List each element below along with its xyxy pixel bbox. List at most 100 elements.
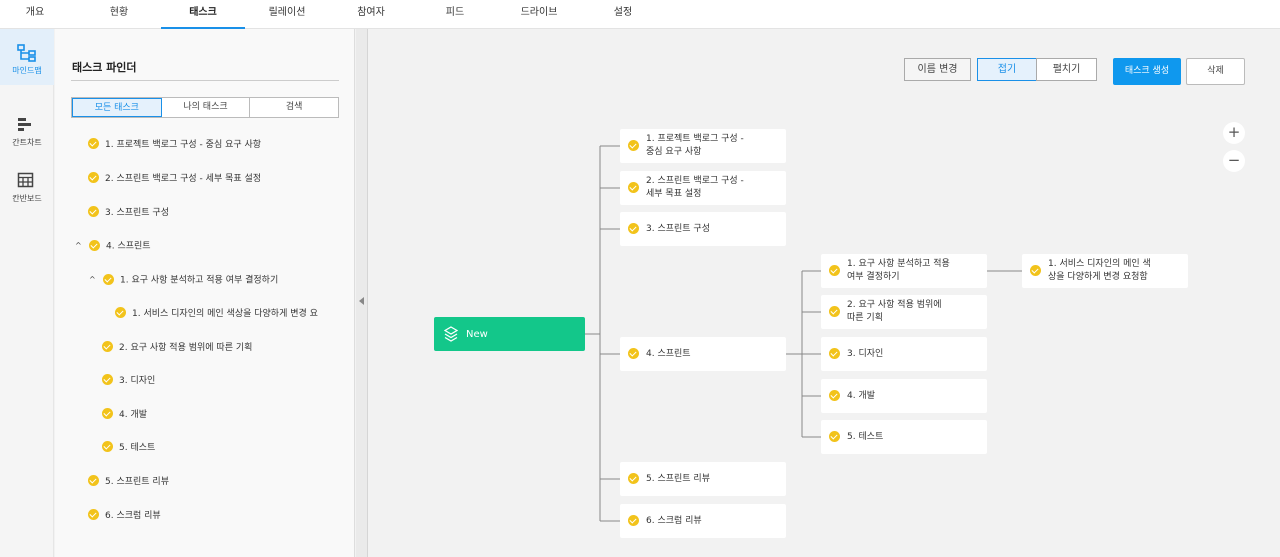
tree-item[interactable]: 2. 스프린트 백로그 구성 - 세부 목표 설정	[88, 170, 261, 188]
tree-item-label: 4. 스프린트	[106, 241, 151, 252]
node-label: 6. 스크럼 리뷰	[646, 515, 702, 526]
check-icon	[88, 509, 99, 520]
check-icon	[88, 172, 99, 183]
panel-splitter[interactable]	[356, 29, 368, 557]
check-icon	[88, 475, 99, 486]
check-icon	[628, 140, 639, 151]
mindmap-node[interactable]: 5. 스프린트 리뷰	[620, 462, 786, 496]
check-icon	[102, 441, 113, 452]
node-label: 5. 스프린트 리뷰	[646, 473, 710, 484]
tab-participants[interactable]: 참여자	[348, 0, 394, 29]
tree-item[interactable]: 5. 스프린트 리뷰	[88, 473, 169, 491]
rail-item-label: 칸반보드	[12, 194, 42, 203]
node-label: 1. 프로젝트 백로그 구성 -	[646, 134, 744, 144]
node-label: 4. 스프린트	[646, 348, 691, 359]
mindmap-node[interactable]: 1. 요구 사항 분석하고 적용 여부 결정하기	[821, 254, 987, 288]
check-icon	[829, 306, 840, 317]
tree-item-label: 2. 스프린트 백로그 구성 - 세부 목표 설정	[105, 174, 262, 184]
mindmap-node[interactable]: 6. 스크럼 리뷰	[620, 504, 786, 538]
tree-item-label: 3. 스프린트 구성	[105, 208, 169, 218]
tab-feed[interactable]: 피드	[440, 0, 470, 29]
check-icon	[829, 265, 840, 276]
tab-overview[interactable]: 개요	[14, 0, 56, 29]
mindmap-node[interactable]: 1. 프로젝트 백로그 구성 - 중심 요구 사항	[620, 129, 786, 163]
node-label: 4. 개발	[847, 390, 876, 401]
layers-icon	[444, 326, 458, 342]
check-icon	[628, 473, 639, 484]
tree-item-label: 3. 디자인	[119, 376, 156, 386]
check-icon	[103, 273, 114, 285]
tree-item[interactable]: 1. 서비스 디자인의 메인 색상을 다양하게 변경 요	[115, 305, 318, 323]
mindmap-icon	[17, 44, 36, 62]
gantt-icon	[18, 118, 31, 131]
filter-all-tasks[interactable]: 모든 태스크	[72, 98, 162, 117]
mindmap-node[interactable]: 2. 요구 사항 적용 범위에따른 기획	[821, 295, 987, 329]
tree-item-label: 4. 개발	[119, 410, 148, 420]
collapse-arrow-icon[interactable]	[359, 297, 364, 305]
mindmap-node[interactable]: 4. 개발	[821, 379, 987, 413]
divider	[71, 80, 339, 81]
kanban-icon	[17, 172, 34, 188]
rail-item-gantt[interactable]: 간트차트	[0, 101, 54, 157]
rail-item-label: 마인드맵	[12, 66, 42, 75]
tree-item[interactable]: ^ 1. 요구 사항 분석하고 적용 여부 결정하기	[89, 271, 278, 289]
mindmap-node[interactable]: 2. 스프린트 백로그 구성 - 세부 목표 설정	[620, 171, 786, 205]
rail-item-label: 간트차트	[12, 138, 42, 147]
tree-item[interactable]: 4. 개발	[102, 406, 147, 424]
mindmap-canvas[interactable]: 이름 변경 접기 펼치기 태스크 생성 삭제 + − New 1. 프로젝트 백…	[369, 29, 1280, 557]
tree-item[interactable]: 1. 프로젝트 백로그 구성 - 중심 요구 사항	[88, 136, 261, 154]
root-node-label: New	[466, 328, 488, 340]
check-icon	[829, 348, 840, 359]
node-label: 세부 목표 설정	[646, 189, 702, 199]
check-icon	[628, 348, 639, 359]
tab-settings[interactable]: 설정	[607, 0, 639, 29]
node-label: 1. 요구 사항 분석하고 적용	[847, 259, 950, 269]
check-icon	[102, 341, 113, 352]
filter-my-tasks[interactable]: 나의 태스크	[162, 98, 251, 117]
task-finder-panel: 태스크 파인더 모든 태스크 나의 태스크 검색 1. 프로젝트 백로그 구성 …	[55, 29, 355, 557]
node-label: 2. 스프린트 백로그 구성 -	[646, 176, 744, 186]
check-icon	[829, 431, 840, 442]
view-rail: 마인드맵 간트차트 칸반보드	[0, 29, 54, 557]
check-icon	[115, 307, 126, 318]
tab-tasks[interactable]: 태스크	[161, 0, 245, 29]
mindmap-node[interactable]: 1. 서비스 디자인의 메인 색 상을 다양하게 변경 요청함	[1022, 254, 1188, 288]
mindmap-node[interactable]: 3. 디자인	[821, 337, 987, 371]
check-icon	[88, 206, 99, 217]
tab-relations[interactable]: 릴레이션	[262, 0, 312, 29]
top-nav: 개요 현황 태스크 릴레이션 참여자 피드 드라이브 설정	[0, 0, 1280, 29]
check-icon	[102, 374, 113, 385]
node-label: 1. 서비스 디자인의 메인 색	[1048, 259, 1151, 269]
tab-status[interactable]: 현황	[98, 0, 140, 29]
rail-item-mindmap[interactable]: 마인드맵	[0, 29, 54, 85]
tab-drive[interactable]: 드라이브	[515, 0, 563, 29]
tree-item[interactable]: 5. 테스트	[102, 439, 155, 457]
tree-item[interactable]: 6. 스크럼 리뷰	[88, 507, 161, 525]
tree-item-label: 1. 프로젝트 백로그 구성 - 중심 요구 사항	[105, 140, 262, 150]
chevron-up-icon[interactable]: ^	[75, 237, 85, 255]
tree-item[interactable]: 2. 요구 사항 적용 범위에 따른 기획	[102, 339, 252, 357]
mindmap-node[interactable]: 4. 스프린트	[620, 337, 786, 371]
node-label: 따른 기획	[847, 313, 883, 323]
check-icon	[88, 138, 99, 149]
tree-item-label: 5. 테스트	[119, 443, 156, 453]
tree-item[interactable]: 3. 디자인	[102, 372, 155, 390]
tree-item[interactable]: ^ 4. 스프린트	[75, 237, 151, 255]
tree-item[interactable]: 3. 스프린트 구성	[88, 204, 169, 222]
mindmap-node[interactable]: 5. 테스트	[821, 420, 987, 454]
node-label: 5. 테스트	[847, 431, 884, 442]
mindmap-node[interactable]: 3. 스프린트 구성	[620, 212, 786, 246]
node-label: 2. 요구 사항 적용 범위에	[847, 300, 942, 310]
tree-item-label: 1. 서비스 디자인의 메인 색상을 다양하게 변경 요	[132, 309, 318, 319]
check-icon	[829, 390, 840, 401]
filter-search[interactable]: 검색	[250, 98, 338, 117]
chevron-up-icon[interactable]: ^	[89, 271, 99, 289]
mindmap-root-node[interactable]: New	[434, 317, 585, 351]
tree-item-label: 2. 요구 사항 적용 범위에 따른 기획	[119, 343, 253, 353]
check-icon	[1030, 265, 1041, 276]
rail-item-kanban[interactable]: 칸반보드	[0, 157, 54, 213]
check-icon	[628, 182, 639, 193]
tree-item-label: 5. 스프린트 리뷰	[105, 477, 169, 487]
tree-item-label: 1. 요구 사항 분석하고 적용 여부 결정하기	[120, 275, 279, 286]
connector-lines	[585, 145, 1022, 522]
